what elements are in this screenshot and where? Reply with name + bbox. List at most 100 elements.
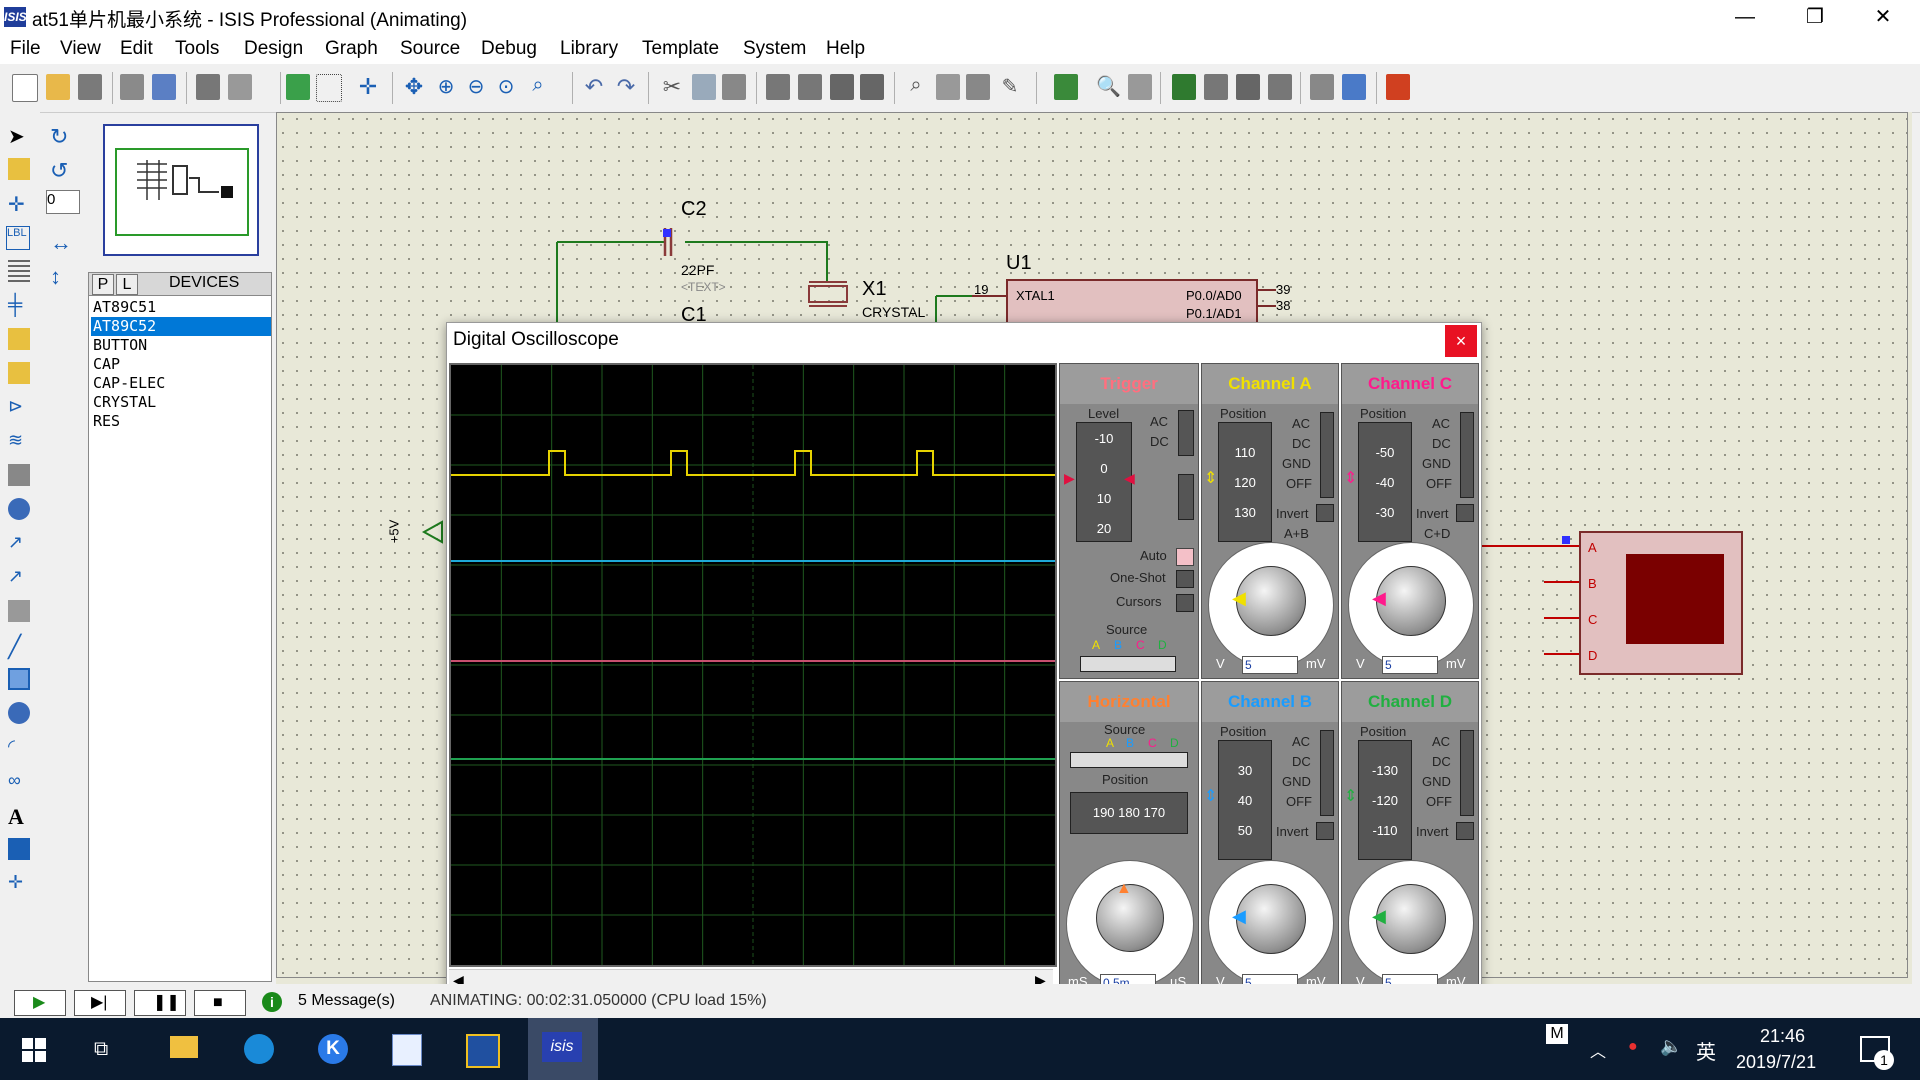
- wire-label-icon[interactable]: LBL: [6, 226, 30, 250]
- block-move-icon[interactable]: [798, 74, 822, 100]
- device-item-at89c51[interactable]: AT89C51: [91, 298, 271, 317]
- junction-dot-icon[interactable]: ✛: [8, 192, 30, 216]
- menu-system[interactable]: System: [743, 38, 806, 60]
- symbol-tool-icon[interactable]: [8, 838, 30, 860]
- horizontal-position-dial[interactable]: 190 180 170: [1070, 792, 1188, 834]
- line-tool-icon[interactable]: ╱: [8, 634, 30, 659]
- play-button[interactable]: ▶: [14, 990, 66, 1016]
- graph-mode-icon[interactable]: ≋: [8, 430, 30, 452]
- library-manager-button[interactable]: L: [116, 274, 138, 295]
- browser-icon[interactable]: [236, 1026, 284, 1072]
- minimize-button[interactable]: —: [1710, 0, 1780, 34]
- menu-help[interactable]: Help: [826, 38, 865, 60]
- info-icon[interactable]: i: [262, 992, 282, 1012]
- ime-language[interactable]: 英: [1696, 1036, 1716, 1065]
- menu-design[interactable]: Design: [244, 38, 303, 60]
- menu-library[interactable]: Library: [560, 38, 618, 60]
- netlist-icon[interactable]: [1342, 74, 1366, 100]
- overview-window[interactable]: [103, 124, 259, 256]
- pan-icon[interactable]: ✥: [402, 74, 426, 100]
- wire-autoroute-icon[interactable]: [1054, 74, 1078, 100]
- mirror-x-icon[interactable]: ↔: [50, 230, 72, 255]
- kugou-icon[interactable]: K: [310, 1026, 358, 1072]
- paste-icon[interactable]: [722, 74, 746, 100]
- remove-sheet-icon[interactable]: [1204, 74, 1228, 100]
- menu-source[interactable]: Source: [400, 38, 460, 60]
- windows-start-icon[interactable]: [22, 1038, 46, 1062]
- arc-tool-icon[interactable]: ◜: [8, 736, 30, 758]
- trigger-auto-button[interactable]: [1176, 548, 1194, 566]
- channel-a-invert-button[interactable]: [1316, 504, 1334, 522]
- trigger-coupling-switch[interactable]: [1178, 410, 1194, 456]
- clock-date[interactable]: 2019/7/21: [1736, 1052, 1816, 1073]
- current-probe-icon[interactable]: ↗: [8, 566, 30, 588]
- channel-d-invert-button[interactable]: [1456, 822, 1474, 840]
- tape-recorder-icon[interactable]: [8, 464, 30, 486]
- pause-button[interactable]: ❚❚: [134, 990, 186, 1016]
- new-file-icon[interactable]: [12, 74, 38, 102]
- oscilloscope-window[interactable]: Digital Oscilloscope × ◀ ▶ Trigger Level…: [446, 322, 1482, 998]
- menu-debug[interactable]: Debug: [481, 38, 537, 60]
- block-copy-icon[interactable]: [766, 74, 790, 100]
- open-folder-icon[interactable]: [46, 74, 70, 100]
- device-item-res[interactable]: RES: [91, 412, 271, 431]
- device-item-crystal[interactable]: CRYSTAL: [91, 393, 271, 412]
- erc-icon[interactable]: [1310, 74, 1334, 100]
- refresh-icon[interactable]: [286, 74, 310, 100]
- stop-button[interactable]: ■: [194, 990, 246, 1016]
- channel-d-position-dial[interactable]: -130 -120 -110: [1358, 740, 1412, 860]
- zoom-all-icon[interactable]: ⊙: [494, 74, 518, 100]
- device-item-at89c52[interactable]: AT89C52: [91, 317, 271, 336]
- overview-viewport[interactable]: [115, 148, 249, 236]
- menu-graph[interactable]: Graph: [325, 38, 378, 60]
- device-pins-icon[interactable]: ⊳: [8, 396, 30, 418]
- path-tool-icon[interactable]: ∞: [8, 770, 30, 792]
- make-device-icon[interactable]: [936, 74, 960, 100]
- bus-icon[interactable]: ╪: [8, 294, 30, 316]
- channel-d-volts-knob[interactable]: [1376, 884, 1446, 954]
- menu-edit[interactable]: Edit: [120, 38, 153, 60]
- menu-view[interactable]: View: [60, 38, 101, 60]
- decompose-icon[interactable]: ✎: [998, 74, 1022, 100]
- circle-tool-icon[interactable]: [8, 702, 30, 724]
- ime-m-indicator[interactable]: M: [1546, 1024, 1568, 1044]
- undo-icon[interactable]: ↶: [582, 74, 606, 100]
- voltage-probe-icon[interactable]: ↗: [8, 532, 30, 554]
- channel-c-coupling-switch[interactable]: [1460, 412, 1474, 498]
- clock-time[interactable]: 21:46: [1760, 1026, 1805, 1047]
- selection-mode-icon[interactable]: ➤: [8, 124, 30, 148]
- exit-to-parent-icon[interactable]: [1236, 74, 1260, 100]
- mirror-y-icon[interactable]: ↕: [50, 264, 72, 289]
- show-hidden-icons-icon[interactable]: ︿: [1590, 1038, 1606, 1062]
- file-explorer-icon[interactable]: [160, 1026, 208, 1072]
- export-icon[interactable]: [152, 74, 176, 100]
- messages-count[interactable]: 5 Message(s): [298, 992, 395, 1010]
- zoom-out-icon[interactable]: ⊖: [464, 74, 488, 100]
- ares-icon[interactable]: [1386, 74, 1410, 100]
- grid-icon[interactable]: [316, 74, 342, 102]
- print-area-icon[interactable]: [228, 74, 252, 100]
- print-icon[interactable]: [196, 74, 220, 100]
- channel-d-coupling-switch[interactable]: [1460, 730, 1474, 816]
- channel-c-invert-button[interactable]: [1456, 504, 1474, 522]
- trigger-cursors-button[interactable]: [1176, 594, 1194, 612]
- menu-template[interactable]: Template: [642, 38, 719, 60]
- trigger-one-shot-button[interactable]: [1176, 570, 1194, 588]
- property-tool-icon[interactable]: [1128, 74, 1152, 100]
- search-icon[interactable]: 🔍: [1096, 74, 1121, 100]
- packaging-icon[interactable]: [966, 74, 990, 100]
- pick-devices-button[interactable]: P: [92, 274, 114, 295]
- save-icon[interactable]: [78, 74, 102, 100]
- keil-icon[interactable]: [458, 1026, 506, 1072]
- channel-b-position-dial[interactable]: 30 40 50: [1218, 740, 1272, 860]
- zoom-in-icon[interactable]: ⊕: [434, 74, 458, 100]
- channel-c-position-dial[interactable]: -50 -40 -30: [1358, 422, 1412, 542]
- device-item-cap[interactable]: CAP: [91, 355, 271, 374]
- text-script-icon[interactable]: [8, 260, 30, 282]
- channel-a-value-field[interactable]: 5: [1242, 656, 1298, 674]
- rotate-clockwise-icon[interactable]: ↻: [50, 124, 72, 149]
- horizontal-source-slider[interactable]: [1070, 752, 1188, 768]
- channel-b-invert-button[interactable]: [1316, 822, 1334, 840]
- task-view-icon[interactable]: ⧉: [94, 1038, 108, 1061]
- component-mode-icon[interactable]: [8, 158, 30, 180]
